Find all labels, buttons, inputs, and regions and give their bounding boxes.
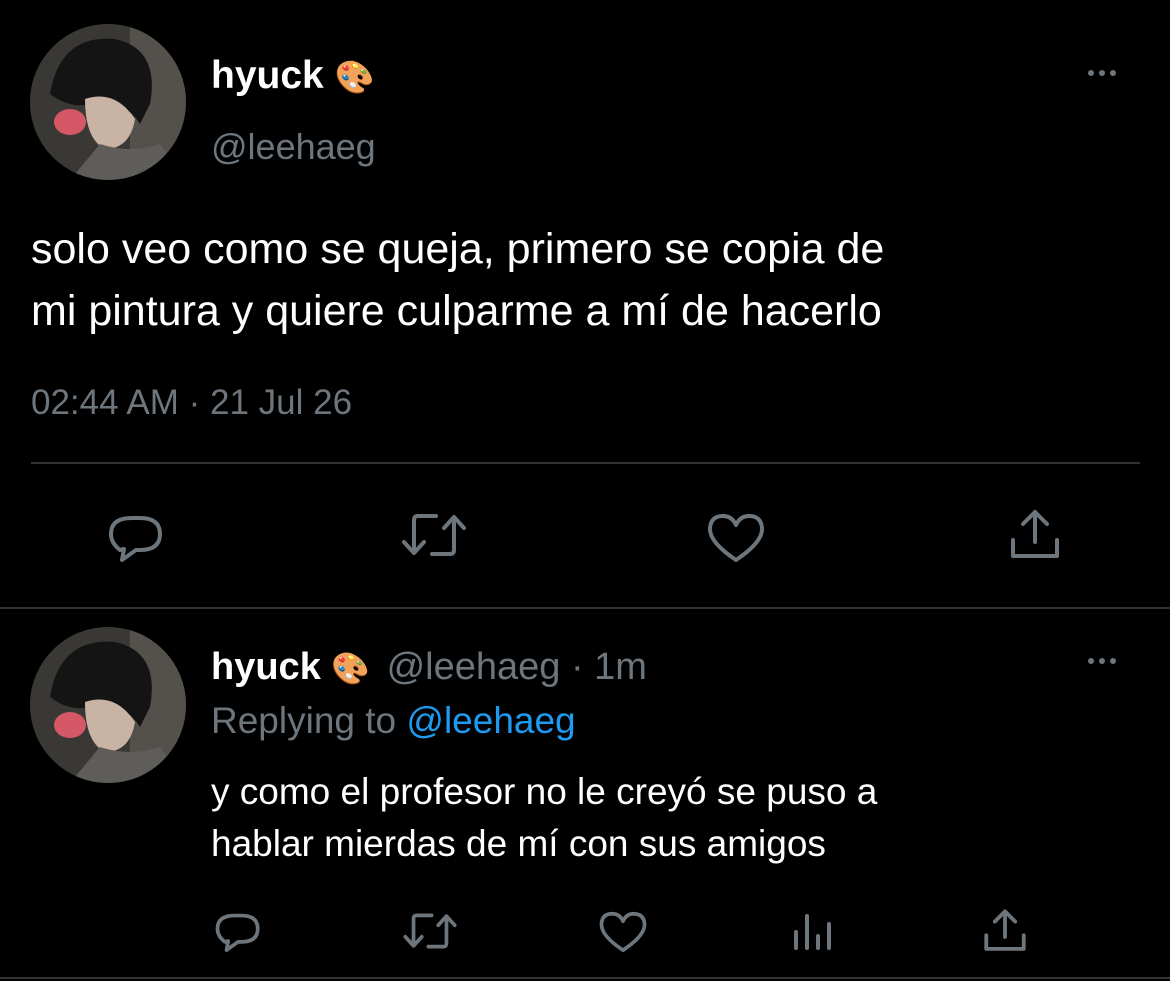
actions-divider [31,462,1140,464]
like-icon[interactable] [599,910,647,954]
reply-author-name[interactable]: hyuck [211,646,321,688]
main-timestamp[interactable]: 02:44 AM · 21 Jul 26 [31,382,352,424]
replying-prefix: Replying to [211,700,407,741]
reply-icon[interactable] [108,512,164,564]
reply-handle-time[interactable]: @leehaeg · 1m [387,646,647,688]
tweet-text-line: solo veo como se queja, primero se copia… [31,225,885,273]
share-icon[interactable] [1008,508,1062,562]
tweet-separator [0,607,1170,609]
retweet-icon[interactable] [402,910,458,952]
share-icon[interactable] [982,908,1028,954]
bottom-divider [0,977,1170,979]
palette-emoji: 🎨 [331,651,370,686]
main-avatar[interactable] [30,24,186,180]
main-handle[interactable]: @leehaeg [211,126,376,168]
main-author-name[interactable]: hyuck 🎨 [211,53,374,100]
reply-icon[interactable] [215,910,261,954]
reply-header: hyuck 🎨 @leehaeg · 1m [211,644,647,692]
analytics-icon[interactable] [792,910,834,952]
retweet-icon[interactable] [400,510,468,560]
more-icon[interactable] [1088,658,1116,664]
replying-handle-link[interactable]: @leehaeg [406,700,575,741]
author-name-text: hyuck [211,54,324,97]
tweet-text-line: mi pintura y quiere culparme a mí de hac… [31,287,882,335]
like-icon[interactable] [707,512,765,564]
reply-tweet-text: y como el profesor no le creyó se puso a… [211,766,877,870]
tweet-text-line: y como el profesor no le creyó se puso a [211,771,878,812]
main-tweet-text: solo veo como se queja, primero se copia… [31,218,884,342]
replying-to: Replying to @leehaeg [211,698,576,744]
reply-avatar[interactable] [30,627,186,783]
palette-emoji: 🎨 [334,59,375,95]
tweet-text-line: hablar mierdas de mí con sus amigos [211,823,826,864]
more-icon[interactable] [1088,70,1116,76]
